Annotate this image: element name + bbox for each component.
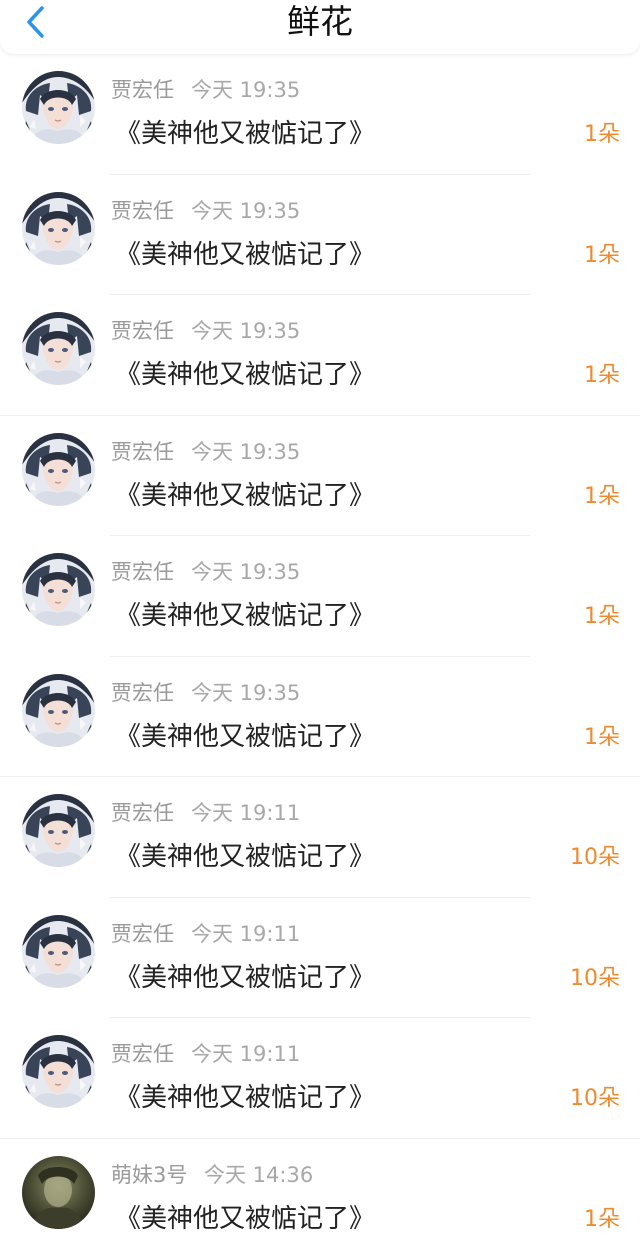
timestamp: 今天 19:35 [191, 677, 300, 707]
avatar-image [22, 794, 95, 867]
timestamp: 今天 19:35 [191, 74, 300, 104]
timestamp: 今天 19:35 [191, 556, 300, 586]
top-bar: 鲜花 [0, 0, 640, 54]
avatar[interactable] [22, 915, 95, 988]
user-name[interactable]: 贾宏任 [111, 677, 174, 707]
list-item[interactable]: 贾宏任今天 19:35 《美神他又被惦记了》 1朵 [0, 175, 640, 296]
list-item[interactable]: 贾宏任今天 19:11 《美神他又被惦记了》 10朵 [0, 777, 640, 898]
user-name[interactable]: 贾宏任 [111, 556, 174, 586]
flower-count: 10朵 [570, 839, 620, 871]
flower-count: 1朵 [584, 719, 620, 751]
list-item[interactable]: 贾宏任今天 19:11 《美神他又被惦记了》 10朵 [0, 1018, 640, 1139]
book-title: 《美神他又被惦记了》 [115, 595, 375, 632]
user-name[interactable]: 贾宏任 [111, 436, 174, 466]
list-item[interactable]: 贾宏任今天 19:35 《美神他又被惦记了》 1朵 [0, 416, 640, 537]
flower-count: 1朵 [584, 598, 620, 630]
timestamp: 今天 19:35 [191, 315, 300, 345]
timestamp: 今天 19:11 [191, 797, 300, 827]
avatar[interactable] [22, 553, 95, 626]
list-item[interactable]: 贾宏任今天 19:35 《美神他又被惦记了》 1朵 [0, 295, 640, 416]
timestamp: 今天 19:11 [191, 918, 300, 948]
list-item[interactable]: 萌妹3号今天 14:36 《美神他又被惦记了》 1朵 [0, 1139, 640, 1259]
book-title: 《美神他又被惦记了》 [115, 1077, 375, 1114]
avatar-image [22, 674, 95, 747]
avatar-image [22, 433, 95, 506]
user-name[interactable]: 贾宏任 [111, 74, 174, 104]
user-name[interactable]: 贾宏任 [111, 797, 174, 827]
avatar[interactable] [22, 1035, 95, 1108]
avatar[interactable] [22, 433, 95, 506]
avatar[interactable] [22, 674, 95, 747]
flower-count: 1朵 [584, 478, 620, 510]
timestamp: 今天 19:35 [191, 195, 300, 225]
list-item[interactable]: 贾宏任今天 19:35 《美神他又被惦记了》 1朵 [0, 657, 640, 778]
list-item[interactable]: 贾宏任今天 19:11 《美神他又被惦记了》 10朵 [0, 898, 640, 1019]
avatar-image [22, 192, 95, 265]
avatar[interactable] [22, 192, 95, 265]
flower-record-list: 贾宏任今天 19:35《美神他又被惦记了》1朵 贾宏任今天 19:35《美神他又… [0, 54, 640, 1259]
user-name[interactable]: 贾宏任 [111, 315, 174, 345]
avatar[interactable] [22, 1156, 95, 1229]
book-title: 《美神他又被惦记了》 [115, 836, 375, 873]
timestamp: 今天 14:36 [204, 1159, 313, 1189]
user-name[interactable]: 萌妹3号 [111, 1159, 187, 1189]
book-title: 《美神他又被惦记了》 [115, 957, 375, 994]
avatar[interactable] [22, 71, 95, 144]
flower-count: 1朵 [584, 357, 620, 389]
flower-count: 1朵 [584, 116, 620, 148]
avatar-image [22, 71, 95, 144]
avatar-image [22, 312, 95, 385]
book-title: 《美神他又被惦记了》 [115, 354, 375, 391]
user-name[interactable]: 贾宏任 [111, 195, 174, 225]
flower-count: 10朵 [570, 960, 620, 992]
timestamp: 今天 19:11 [191, 1038, 300, 1068]
flower-count: 1朵 [584, 1201, 620, 1233]
avatar[interactable] [22, 312, 95, 385]
book-title: 《美神他又被惦记了》 [115, 113, 375, 150]
book-title: 《美神他又被惦记了》 [115, 1198, 375, 1235]
avatar[interactable] [22, 794, 95, 867]
page-title: 鲜花 [0, 0, 640, 44]
list-item[interactable]: 贾宏任今天 19:35 《美神他又被惦记了》 1朵 [0, 536, 640, 657]
flower-count: 1朵 [584, 237, 620, 269]
timestamp: 今天 19:35 [191, 436, 300, 466]
avatar-image [22, 553, 95, 626]
user-name[interactable]: 贾宏任 [111, 918, 174, 948]
avatar-image [22, 1156, 95, 1229]
list-item[interactable]: 贾宏任今天 19:35 《美神他又被惦记了》 1朵 [0, 54, 640, 175]
book-title: 《美神他又被惦记了》 [115, 716, 375, 753]
avatar-image [22, 1035, 95, 1108]
avatar-image [22, 915, 95, 988]
book-title: 《美神他又被惦记了》 [115, 475, 375, 512]
flower-count: 10朵 [570, 1080, 620, 1112]
book-title: 《美神他又被惦记了》 [115, 234, 375, 271]
user-name[interactable]: 贾宏任 [111, 1038, 174, 1068]
